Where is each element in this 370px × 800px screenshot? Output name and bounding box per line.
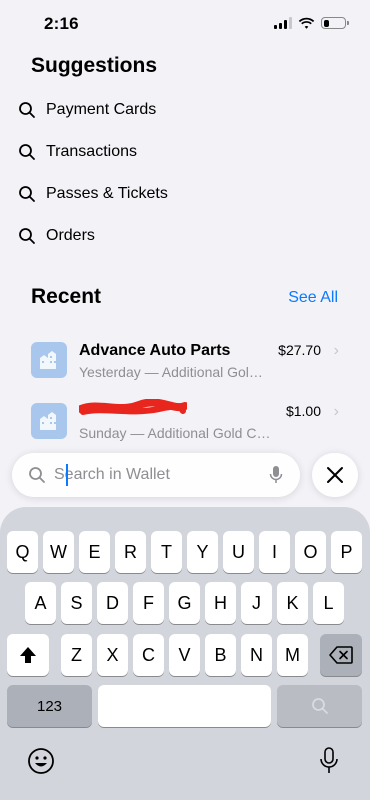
search-bar[interactable]: [12, 453, 300, 497]
suggestion-passes-tickets[interactable]: Passes & Tickets: [18, 177, 168, 211]
transaction-subtitle: Sunday — Additional Gold C…: [79, 425, 271, 441]
key-q[interactable]: Q: [7, 531, 38, 573]
see-all-link[interactable]: See All: [288, 289, 338, 307]
key-z[interactable]: Z: [61, 634, 92, 676]
suggestions-title: Suggestions: [31, 54, 158, 77]
key-f[interactable]: F: [133, 582, 164, 624]
redaction-scribble: [79, 399, 187, 415]
status-icons: [274, 17, 349, 29]
recent-title: Recent: [31, 285, 102, 308]
microphone-icon: [320, 747, 338, 773]
key-m[interactable]: M: [277, 634, 308, 676]
transaction-row-advance-auto[interactable]: Advance Auto Parts Yesterday — Additiona…: [31, 336, 343, 386]
search-icon: [19, 186, 35, 202]
signal-icon: [274, 17, 292, 29]
key-i[interactable]: I: [259, 531, 290, 573]
delete-key[interactable]: [320, 634, 362, 676]
key-r[interactable]: R: [115, 531, 146, 573]
status-time: 2:16: [44, 14, 79, 33]
key-w[interactable]: W: [43, 531, 74, 573]
keyboard: Q W E R T Y U I O P A S D F G H J K L Z …: [0, 507, 370, 800]
close-icon: [327, 467, 343, 483]
transaction-merchant: Advance Auto Parts: [79, 342, 231, 359]
key-p[interactable]: P: [331, 531, 362, 573]
key-j[interactable]: J: [241, 582, 272, 624]
suggestion-orders[interactable]: Orders: [18, 219, 95, 253]
transaction-subtitle: Yesterday — Additional Gol…: [79, 364, 263, 380]
key-s[interactable]: S: [61, 582, 92, 624]
key-o[interactable]: O: [295, 531, 326, 573]
microphone-icon[interactable]: [268, 465, 284, 485]
emoji-icon: [28, 748, 54, 774]
key-y[interactable]: Y: [187, 531, 218, 573]
shift-icon: [20, 647, 36, 663]
search-icon: [311, 698, 328, 714]
transaction-row-redacted[interactable]: Sunday — Additional Gold C… $1.00 ›: [31, 397, 343, 447]
suggestion-label: Orders: [46, 227, 95, 244]
key-v[interactable]: V: [169, 634, 200, 676]
shift-key[interactable]: [7, 634, 49, 676]
key-g[interactable]: G: [169, 582, 200, 624]
search-icon: [29, 467, 45, 483]
suggestion-transactions[interactable]: Transactions: [18, 135, 137, 169]
transaction-amount: $27.70: [278, 342, 321, 358]
key-t[interactable]: T: [151, 531, 182, 573]
key-b[interactable]: B: [205, 634, 236, 676]
search-key[interactable]: [277, 685, 362, 727]
chevron-right-icon: ›: [333, 403, 339, 420]
key-c[interactable]: C: [133, 634, 164, 676]
search-icon: [19, 228, 35, 244]
emoji-button[interactable]: [24, 744, 58, 778]
chevron-right-icon: ›: [333, 342, 339, 359]
key-x[interactable]: X: [97, 634, 128, 676]
key-u[interactable]: U: [223, 531, 254, 573]
space-key[interactable]: [98, 685, 271, 727]
suggestion-payment-cards[interactable]: Payment Cards: [18, 93, 156, 127]
key-e[interactable]: E: [79, 531, 110, 573]
battery-icon: [321, 17, 349, 29]
key-h[interactable]: H: [205, 582, 236, 624]
backspace-icon: [329, 646, 353, 664]
building-icon: [31, 403, 67, 439]
transaction-amount: $1.00: [285, 403, 321, 419]
close-button[interactable]: [312, 453, 358, 497]
key-a[interactable]: A: [25, 582, 56, 624]
dictation-button[interactable]: [312, 744, 346, 778]
numbers-key[interactable]: 123: [7, 685, 92, 727]
wifi-icon: [298, 17, 315, 29]
key-d[interactable]: D: [97, 582, 128, 624]
search-input[interactable]: [54, 466, 268, 484]
suggestion-label: Payment Cards: [46, 101, 157, 118]
suggestion-label: Passes & Tickets: [46, 185, 168, 202]
status-bar: 2:16: [0, 0, 370, 48]
key-n[interactable]: N: [241, 634, 272, 676]
key-l[interactable]: L: [313, 582, 344, 624]
search-icon: [19, 144, 35, 160]
building-icon: [31, 342, 67, 378]
search-icon: [19, 102, 35, 118]
text-cursor: [66, 464, 68, 486]
suggestion-label: Transactions: [46, 143, 137, 160]
key-k[interactable]: K: [277, 582, 308, 624]
